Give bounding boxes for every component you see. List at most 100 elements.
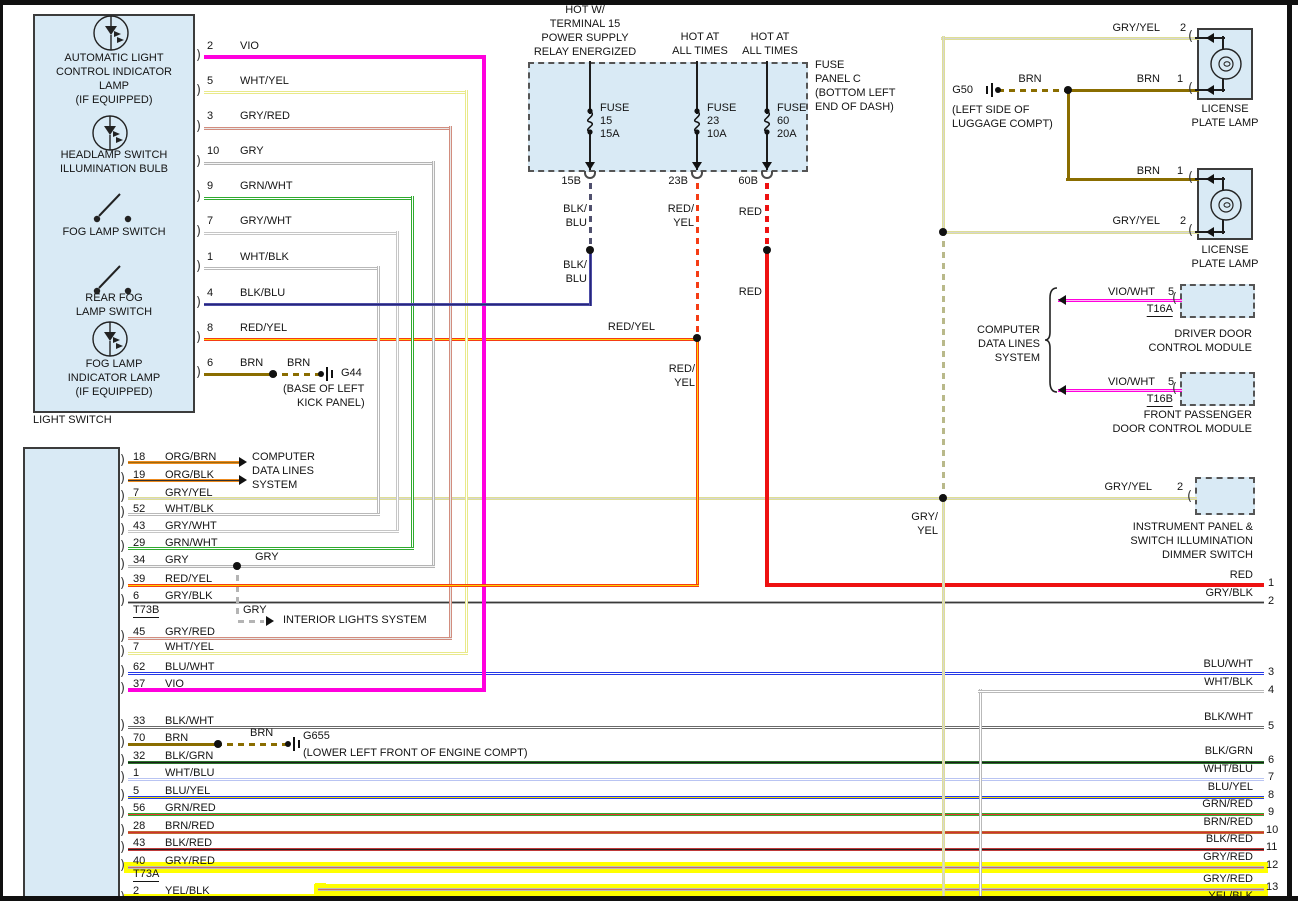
text-label: HEADLAMP SWITCH <box>60 149 168 161</box>
text-label: ALL TIMES <box>672 45 728 57</box>
text-label: POWER SUPPLY <box>541 32 629 44</box>
text-label: 7 <box>1268 771 1275 783</box>
text-label: 15B <box>561 175 581 187</box>
connector-pin-bump: ) <box>120 770 126 785</box>
text-label: RED/YEL <box>240 322 288 334</box>
wiring-diagram: )))))))))))))))))))))))))))))))))(((((((… <box>0 0 1298 901</box>
text-label: RED/ <box>667 203 694 215</box>
text-label: 5 <box>1268 720 1275 732</box>
text-label: 1 <box>1177 73 1184 85</box>
junction-dot <box>939 494 947 502</box>
connector-pin-bump: ) <box>120 505 126 520</box>
text-label: RED/YEL <box>607 321 655 333</box>
text-label: BLK/GRN <box>1204 745 1253 757</box>
frame-bottom <box>0 896 1298 901</box>
text-label: BRN <box>287 357 311 369</box>
text-label: 60 <box>777 115 790 127</box>
junction-dot <box>1064 86 1072 94</box>
text-label: 39 <box>133 573 146 585</box>
text-label: ORG/BRN <box>165 451 217 463</box>
text-label: RED <box>738 286 762 298</box>
text-label: FUSE <box>707 102 737 114</box>
text-label: 9 <box>1268 806 1275 818</box>
text-label: 23B <box>668 175 688 187</box>
text-label: 1 <box>1177 165 1184 177</box>
text-label: 62 <box>133 661 146 673</box>
text-label: WHT/BLK <box>1204 676 1253 688</box>
connector-pin-bump: ) <box>120 629 126 644</box>
text-label: FUSE <box>600 102 630 114</box>
text-label: 70 <box>133 732 146 744</box>
text-label: 10A <box>707 128 727 140</box>
text-label: VIO <box>165 678 184 690</box>
text-label: GRY/YEL <box>1112 215 1161 227</box>
text-label: BLK/WHT <box>165 715 214 727</box>
text-label: (LOWER LEFT FRONT OF ENGINE COMPT) <box>303 747 528 759</box>
text-label: PLATE LAMP <box>1191 117 1259 129</box>
text-label: YEL <box>674 377 695 389</box>
text-label: 20A <box>777 128 797 140</box>
junction-dot <box>214 740 222 748</box>
indicator-lamp-icon <box>93 15 129 51</box>
text-label: SYSTEM <box>252 479 298 491</box>
text-label: BRN <box>250 727 274 739</box>
indicator-lamp-icon <box>92 115 128 151</box>
text-label: GRY/RED <box>240 110 290 122</box>
text-label: WHT/YEL <box>165 641 214 653</box>
text-label: GRY <box>243 604 267 616</box>
text-label: COMPUTER <box>977 324 1040 336</box>
connector-pin-bump: ) <box>196 295 202 310</box>
connector-pin-bump: ) <box>120 593 126 608</box>
junction-dot <box>586 246 594 254</box>
text-label: RED <box>1229 569 1253 581</box>
text-label: 2 <box>207 40 214 52</box>
text-label: 40 <box>133 855 146 867</box>
text-label: WHT/YEL <box>240 75 289 87</box>
connector-pin-bump: ( <box>1187 489 1193 504</box>
text-label: BLK/BLU <box>240 287 286 299</box>
text-label: AUTOMATIC LIGHT <box>64 52 164 64</box>
text-label: GRY <box>255 551 279 563</box>
connector-pin-bump: ) <box>120 664 126 679</box>
text-label: BLU/YEL <box>1207 781 1253 793</box>
text-label: GRN/RED <box>165 802 216 814</box>
text-label: GRY/YEL <box>1112 22 1161 34</box>
text-label: 43 <box>133 837 146 849</box>
text-label: 13 <box>1266 881 1279 893</box>
text-label: BRN <box>165 732 189 744</box>
switch-lever-icon <box>93 193 132 223</box>
text-label: T73A <box>133 868 160 882</box>
connector-pin-bump: ) <box>120 644 126 659</box>
connector-pin-bump: ) <box>120 735 126 750</box>
frame-right <box>1287 0 1292 901</box>
text-label: 10 <box>1266 824 1279 836</box>
text-label: 10 <box>207 145 220 157</box>
text-label: TERMINAL 15 <box>549 18 621 30</box>
text-label: (BOTTOM LEFT <box>815 87 896 99</box>
text-label: DOOR CONTROL MODULE <box>1112 423 1252 435</box>
text-label: GRY/WHT <box>240 215 292 227</box>
text-label: LICENSE <box>1201 244 1249 256</box>
frame-left <box>0 0 3 901</box>
text-label: 32 <box>133 750 146 762</box>
text-label: G50 <box>952 84 973 96</box>
junction-dot <box>939 228 947 236</box>
connector-pin-bump: ) <box>120 557 126 572</box>
text-label: 19 <box>133 469 146 481</box>
text-label: 43 <box>133 520 146 532</box>
text-label: 5 <box>1168 286 1175 298</box>
text-label: WHT/BLU <box>1203 763 1254 775</box>
junction-dot <box>693 334 701 342</box>
connector-pin-bump: ) <box>120 522 126 537</box>
connector-pin-bump: ) <box>120 453 126 468</box>
text-label: GRY/YEL <box>1104 481 1153 493</box>
text-label: BRN/RED <box>165 820 215 832</box>
text-label: FUSE <box>815 59 845 71</box>
text-label: WHT/BLK <box>165 503 214 515</box>
text-label: (IF EQUIPPED) <box>75 94 153 106</box>
text-label: FRONT PASSENGER <box>1143 409 1252 421</box>
text-label: 12 <box>1266 859 1279 871</box>
text-label: T16B <box>1146 393 1173 407</box>
connector-pin-bump: ) <box>196 330 202 345</box>
connector-pin-bump: ( <box>1188 223 1194 238</box>
